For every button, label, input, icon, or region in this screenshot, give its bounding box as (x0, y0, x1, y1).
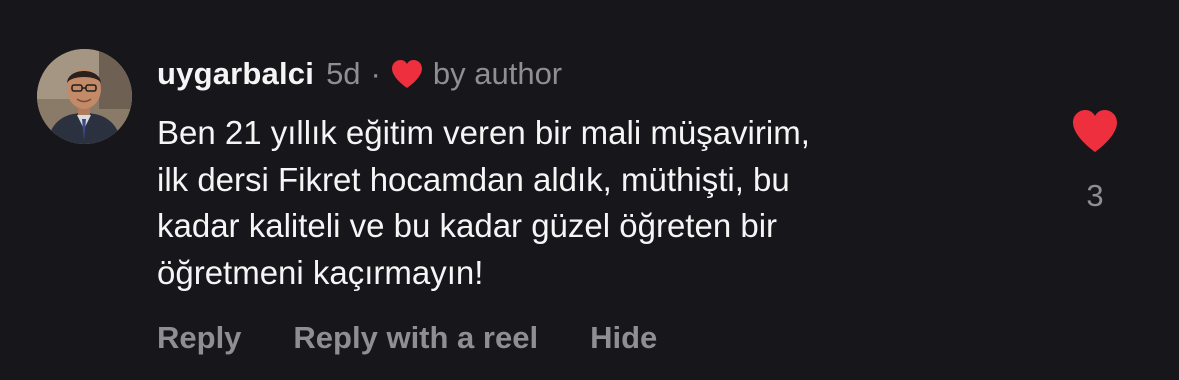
comment-text-line: ilk dersi Fikret hocamdan aldık, müthişt… (157, 160, 790, 198)
timestamp: 5d (326, 56, 361, 91)
reply-button[interactable]: Reply (157, 320, 241, 356)
avatar-photo (37, 49, 132, 144)
heart-icon (391, 60, 422, 88)
reply-with-reel-button[interactable]: Reply with a reel (293, 320, 538, 356)
like-count: 3 (1086, 178, 1104, 213)
avatar[interactable] (37, 49, 132, 144)
like-heart-icon[interactable] (1071, 108, 1119, 154)
comment-header: uygarbalci 5d · by author (157, 52, 562, 96)
hide-button[interactable]: Hide (590, 320, 657, 356)
liked-by-author-label: by author (432, 56, 563, 91)
separator-dot: · (370, 56, 381, 91)
comment-actions: Reply Reply with a reel Hide (157, 318, 657, 358)
comment-text: Ben 21 yıllık eğitim veren bir mali müşa… (157, 110, 1037, 296)
username[interactable]: uygarbalci (157, 56, 314, 92)
comment: uygarbalci 5d · by author Ben 21 yıllık … (0, 0, 1179, 380)
comment-text-line: öğretmeni kaçırmayın! (157, 253, 484, 291)
comment-text-line: kadar kaliteli ve bu kadar güzel öğreten… (157, 207, 778, 244)
comment-text-line: Ben 21 yıllık eğitim veren bir mali müşa… (157, 114, 810, 151)
